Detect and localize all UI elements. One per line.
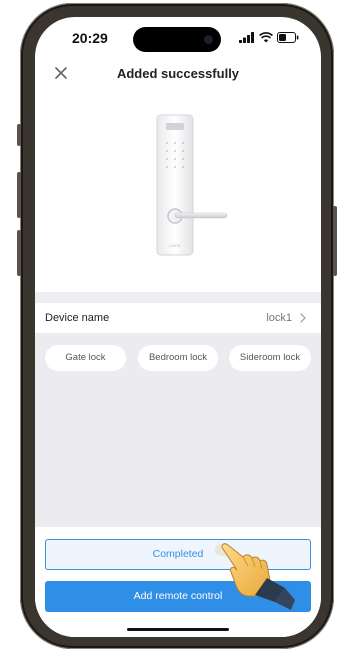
name-chip-sideroom-lock[interactable]: Sideroom lock	[229, 345, 311, 371]
status-time: 20:29	[72, 30, 108, 46]
section-divider	[35, 292, 321, 303]
dynamic-island	[133, 27, 221, 52]
status-bar: 20:29	[35, 17, 321, 57]
name-suggestions: Gate lock Bedroom lock Sideroom lock	[45, 345, 311, 371]
device-name-row[interactable]: Device name lock1	[35, 303, 321, 333]
pointing-hand-icon	[215, 543, 295, 610]
action-button	[17, 124, 21, 146]
device-name-label: Device name	[45, 312, 110, 324]
name-chip-bedroom-lock[interactable]: Bedroom lock	[138, 345, 218, 371]
signal-icon	[239, 31, 254, 43]
door-lock-illustration: LOCK	[156, 114, 228, 256]
power-button	[333, 206, 337, 276]
device-name-value: lock1	[266, 312, 292, 324]
lock-brand-label: LOCK	[170, 243, 181, 248]
camera-icon	[204, 35, 213, 44]
wifi-icon	[259, 31, 273, 42]
battery-icon	[277, 31, 299, 43]
status-icons	[239, 31, 299, 43]
page-title: Added successfully	[116, 66, 240, 81]
nav-bar: Added successfully	[35, 57, 321, 91]
volume-up-button	[17, 172, 21, 218]
volume-down-button	[17, 230, 21, 276]
name-chip-gate-lock[interactable]: Gate lock	[45, 345, 126, 371]
home-indicator	[127, 628, 229, 631]
chevron-right-icon	[300, 313, 306, 323]
